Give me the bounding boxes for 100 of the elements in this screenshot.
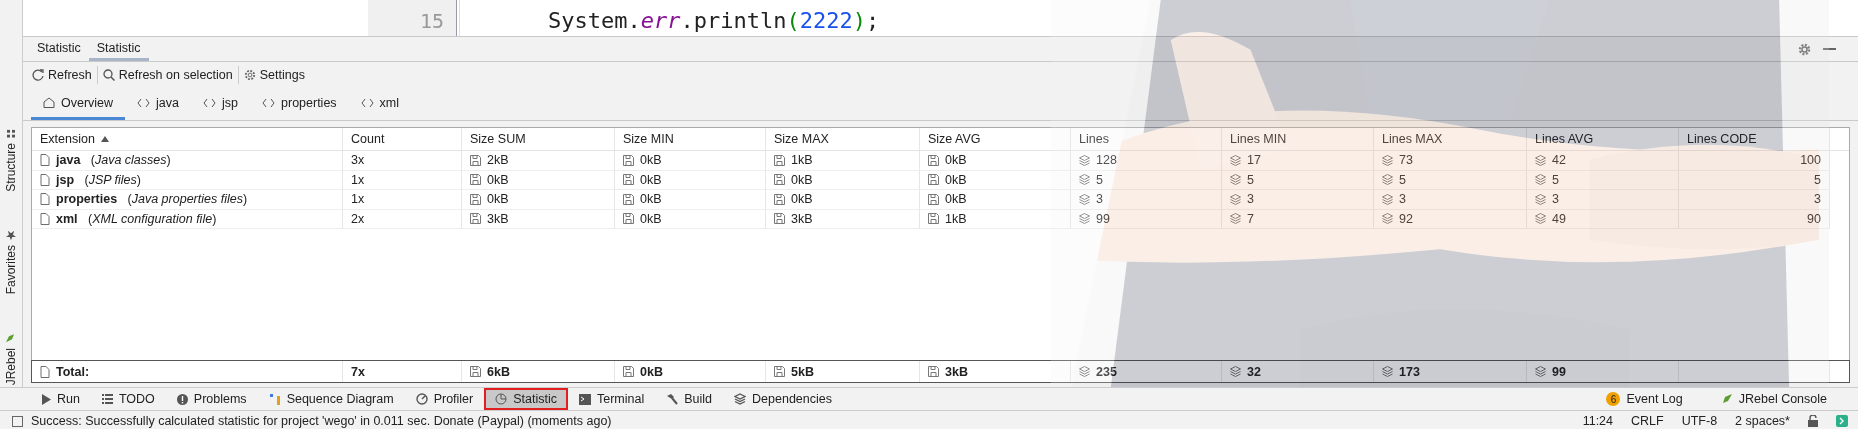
cell-text: 0kB (487, 172, 509, 187)
cell-text: 5 (1247, 172, 1254, 187)
toolbar-button[interactable]: Settings (238, 68, 310, 82)
layers-icon (1230, 193, 1241, 205)
checkbox-icon (12, 415, 23, 427)
view-tab[interactable]: jsp (191, 88, 250, 120)
status-item[interactable]: UTF-8 (1681, 414, 1718, 428)
column-header[interactable]: Size MAX (766, 128, 920, 150)
cell-text: 1x (351, 192, 365, 207)
status-message: Success: Successfully calculated statistic for project 'wego' in 0.011 sec. Donate (Paypal) (moments ago) (31, 414, 612, 428)
cell-text: 73 (1399, 153, 1413, 168)
view-tab[interactable]: java (125, 88, 192, 120)
view-tab[interactable]: properties (250, 88, 349, 120)
exclamation-circle-icon (176, 393, 188, 405)
cell-text: 3 (1096, 192, 1103, 207)
notification-badge: 6 (1606, 392, 1621, 406)
tool-window-button[interactable]: Sequence Diagram (257, 388, 405, 410)
cell-text: 5 (1096, 172, 1103, 187)
file-icon (40, 212, 50, 225)
side-tab[interactable]: Favorites (4, 244, 18, 295)
cell-text: 49 (1552, 211, 1566, 226)
tool-window-button[interactable]: Run (30, 388, 91, 410)
tool-window-button[interactable]: Profiler (404, 388, 485, 410)
cell-text: 3kB (945, 364, 968, 379)
cell-text: 7 (1247, 211, 1254, 226)
side-tab[interactable]: Structure (4, 143, 18, 192)
column-header[interactable]: Lines MIN (1222, 128, 1374, 150)
star-icon (6, 229, 16, 240)
lock-icon[interactable] (1808, 415, 1818, 427)
cell-text: 1kB (791, 153, 813, 168)
extension-name: properties (Java properties files) (56, 192, 248, 207)
cell-text: 32 (1247, 364, 1261, 379)
extension-name: Total: (56, 364, 90, 379)
tool-window-button[interactable]: Problems (165, 388, 258, 410)
cell-text: 235 (1096, 364, 1117, 379)
column-header[interactable]: Size AVG (920, 128, 1071, 150)
tool-window-tab[interactable]: Statistic (88, 37, 149, 61)
layers-icon (1382, 213, 1393, 225)
file-icon (40, 154, 50, 167)
column-header[interactable]: Lines AVG (1527, 128, 1679, 150)
tool-window-button[interactable]: Dependencies (723, 388, 843, 410)
view-tab[interactable]: Overview (31, 88, 126, 120)
tool-window-tab[interactable]: Statistic (29, 37, 89, 61)
side-tab[interactable]: JRebel (4, 348, 18, 386)
toolbar-button[interactable]: Refresh on selection (97, 68, 238, 82)
status-item[interactable]: 11:24 (1582, 414, 1613, 428)
layers-icon (1230, 154, 1241, 166)
column-header[interactable]: Count (343, 128, 462, 150)
column-header[interactable]: Extension (32, 128, 343, 150)
tool-window-button[interactable]: Terminal (568, 388, 656, 410)
layers-icon (1079, 366, 1090, 377)
tool-window-button[interactable]: Statistic (484, 388, 568, 410)
extension-name: java (Java classes) (56, 153, 171, 168)
home-icon (43, 97, 55, 108)
column-header[interactable]: Lines CODE (1679, 128, 1830, 150)
layers-icon (1230, 366, 1241, 377)
layers-icon (1382, 154, 1393, 166)
status-item[interactable]: CRLF (1631, 414, 1664, 428)
cell-text: 3kB (791, 211, 813, 226)
column-header[interactable]: Size SUM (462, 128, 615, 150)
layers-icon (1230, 174, 1241, 186)
layers-icon (1535, 174, 1546, 186)
cell-text: 0kB (791, 172, 813, 187)
cell-text: 0kB (640, 211, 662, 226)
gauge-icon (415, 393, 428, 405)
view-tab[interactable]: xml (348, 88, 412, 120)
cell-text: 92 (1399, 211, 1413, 226)
settings-icon (243, 69, 256, 81)
layers-icon (1382, 366, 1393, 377)
layers-icon (1079, 174, 1090, 186)
cell-text: 17 (1247, 153, 1261, 168)
cell-text: 3 (1399, 192, 1406, 207)
layers-icon (1230, 213, 1241, 225)
tool-window-button[interactable]: TODO (90, 388, 166, 410)
status-item[interactable]: 2 spaces* (1735, 414, 1790, 428)
event-log-button[interactable]: 6 Event Log (1595, 388, 1694, 410)
cell-text: 2kB (487, 153, 509, 168)
column-header[interactable]: Lines (1071, 128, 1222, 150)
chevron-icon[interactable] (1836, 415, 1848, 427)
column-header[interactable]: Lines MAX (1374, 128, 1527, 150)
cell-text: 99 (1096, 211, 1110, 226)
toolbar-button[interactable]: Refresh (27, 68, 97, 82)
tool-window-button[interactable]: Build (655, 388, 724, 410)
file-icon (40, 365, 50, 378)
search-icon (102, 69, 115, 81)
column-header[interactable]: Size MIN (615, 128, 766, 150)
cell-text: 0kB (640, 172, 662, 187)
cell-text: 0kB (487, 192, 509, 207)
layers-icon (1079, 213, 1090, 225)
layers-icon (1535, 213, 1546, 225)
cell-text: 0kB (945, 172, 967, 187)
diagram-icon (268, 393, 281, 405)
layers-icon (1382, 174, 1393, 186)
file-icon (40, 193, 50, 206)
line-number: 15 (419, 8, 444, 35)
cell-text: 2x (351, 211, 365, 226)
cell-text: 0kB (640, 192, 662, 207)
jrebel-console-button[interactable]: JRebel Console (1709, 388, 1838, 410)
cell-text: 5 (1399, 172, 1406, 187)
settings-icon[interactable] (1798, 42, 1811, 56)
